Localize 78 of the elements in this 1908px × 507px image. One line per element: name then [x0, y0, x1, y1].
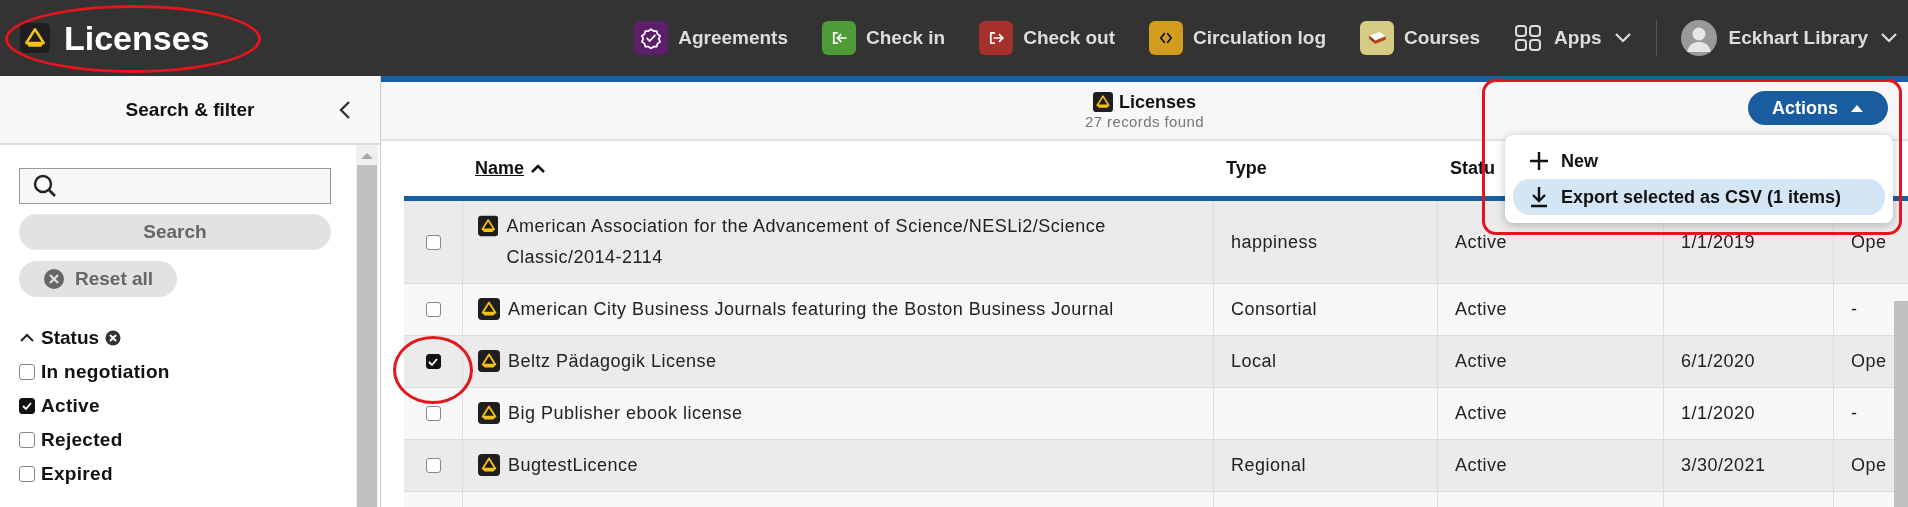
column-header[interactable]: Name — [463, 158, 1214, 179]
table-cell[interactable]: Big Publisher ebook license — [508, 398, 743, 429]
table-cell: Active — [1455, 351, 1508, 372]
scrollbar[interactable] — [1894, 301, 1908, 507]
chevron-down-icon — [1880, 32, 1898, 44]
clear-icon — [43, 268, 65, 290]
results-title: Licenses — [1118, 91, 1196, 113]
table-cell: 3/30/2021 — [1681, 455, 1766, 476]
table-cell[interactable]: Beltz Pädagogik License — [508, 346, 717, 377]
row-checkbox[interactable] — [425, 302, 441, 317]
nav-link[interactable]: Check in — [822, 21, 946, 55]
avatar-icon — [1680, 20, 1717, 56]
apps-grid-icon — [1514, 24, 1543, 52]
scrollbar[interactable] — [356, 145, 378, 507]
app-logo-icon — [20, 23, 50, 53]
table-cell: 1/1/2019 — [1681, 231, 1756, 253]
table-cell: Consortial — [1231, 299, 1318, 320]
clear-filter-icon[interactable] — [105, 330, 122, 346]
table-cell[interactable]: American City Business Journals featuring the Boston Business Journal — [508, 294, 1114, 325]
collapse-chevron-icon[interactable] — [19, 332, 35, 344]
app-title[interactable]: Licenses — [64, 18, 210, 58]
chevron-down-icon — [1613, 32, 1632, 44]
caret-icon — [1850, 103, 1864, 113]
table-cell: Active — [1455, 299, 1508, 320]
table-cell: 6/1/2020 — [1681, 351, 1756, 372]
license-icon — [478, 402, 500, 424]
nav-link[interactable]: Circulation log — [1149, 21, 1327, 55]
nav-link[interactable]: Courses — [1360, 21, 1481, 55]
checkbox[interactable] — [19, 432, 35, 448]
table-cell: Ope — [1851, 455, 1887, 476]
checkbox[interactable] — [19, 398, 35, 414]
license-icon — [478, 215, 499, 237]
table-cell: Local — [1231, 351, 1277, 372]
table-cell: 1/1/2020 — [1681, 403, 1756, 424]
table-cell: happiness — [1231, 231, 1318, 253]
table-cell: Regional — [1231, 455, 1307, 476]
sort-ascending-icon[interactable] — [530, 163, 547, 174]
search-button[interactable]: Search — [19, 214, 331, 250]
apps-menu-button[interactable]: Apps — [1514, 24, 1632, 52]
table-cell: Ope — [1851, 351, 1887, 372]
filter-option-label[interactable]: Active — [41, 395, 100, 417]
filter-option-label[interactable]: Expired — [41, 463, 113, 485]
record-count: 27 records found — [1085, 112, 1204, 130]
table-cell: - — [1851, 403, 1858, 424]
search-icon — [32, 173, 58, 199]
table-cell: Active — [1455, 455, 1508, 476]
user-menu-button[interactable]: Eckhart Library — [1680, 20, 1898, 56]
menu-item[interactable]: Export selected as CSV (1 items) — [1513, 179, 1885, 215]
table-cell[interactable]: BugtestLicence — [508, 450, 639, 481]
table-cell: Active — [1455, 403, 1508, 424]
nav-link[interactable]: Check out — [979, 21, 1116, 55]
row-checkbox[interactable] — [425, 354, 441, 369]
table-cell: - — [1851, 299, 1858, 320]
search-field[interactable] — [19, 168, 331, 204]
table-cell: Active — [1455, 231, 1508, 253]
download-icon — [1529, 186, 1549, 208]
license-icon — [478, 298, 500, 320]
table-cell: Ope — [1851, 231, 1887, 253]
nav-link[interactable]: Agreements — [634, 21, 788, 55]
license-icon — [478, 454, 500, 476]
license-icon — [478, 350, 500, 372]
filter-option-label[interactable]: Rejected — [41, 429, 123, 451]
row-checkbox[interactable] — [425, 406, 441, 421]
checkbox[interactable] — [19, 364, 35, 380]
row-checkbox[interactable] — [425, 234, 441, 250]
collapse-pane-icon[interactable] — [338, 99, 352, 120]
row-checkbox[interactable] — [425, 458, 441, 473]
app-logo-icon — [1092, 92, 1113, 112]
filter-option-label[interactable]: In negotiation — [41, 361, 170, 383]
checkbox[interactable] — [19, 466, 35, 482]
plus-icon — [1529, 151, 1549, 171]
reset-all-button[interactable]: Reset all — [19, 261, 178, 297]
menu-item[interactable]: New — [1513, 143, 1885, 179]
column-header[interactable]: Type — [1214, 158, 1438, 179]
table-cell[interactable]: American Association for the Advancement of Science/NESLi2/Science Classic/2014-2114 — [506, 211, 1213, 273]
filter-group-label[interactable]: Status — [41, 327, 100, 349]
actions-button[interactable]: Actions — [1748, 91, 1888, 125]
pane-title: Search & filter — [125, 98, 255, 121]
